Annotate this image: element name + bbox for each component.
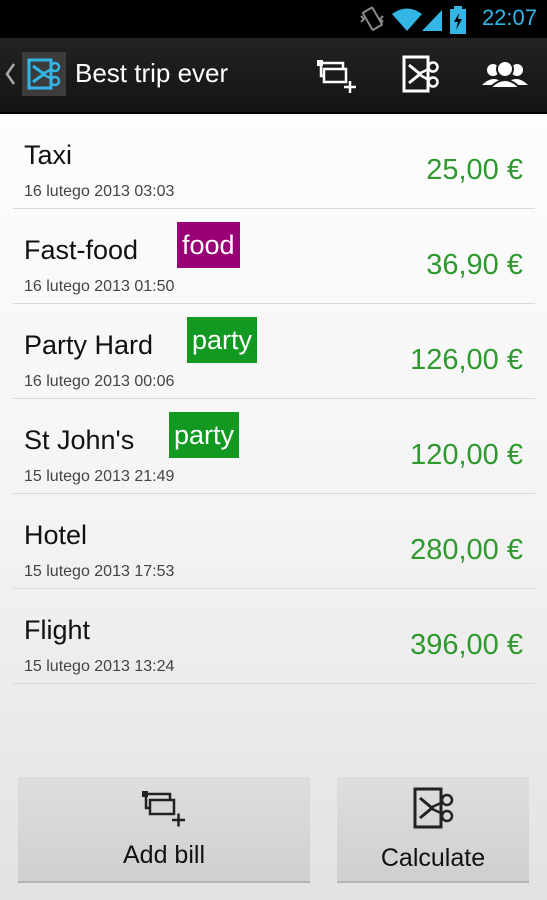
bill-date: 16 lutego 2013 01:50 bbox=[24, 278, 175, 295]
bill-list: Taxi 16 lutego 2013 03:03 25,00 € Fast-f… bbox=[13, 114, 535, 684]
bill-row-flight[interactable]: Flight 15 lutego 2013 13:24 396,00 € bbox=[13, 589, 535, 684]
bill-date: 16 lutego 2013 03:03 bbox=[24, 183, 175, 200]
battery-icon bbox=[450, 6, 466, 34]
bill-amount: 36,90 € bbox=[426, 249, 523, 281]
status-bar: 22:07 bbox=[0, 0, 547, 38]
calculate-icon bbox=[413, 787, 454, 829]
bill-row-hotel[interactable]: Hotel 15 lutego 2013 17:53 280,00 € bbox=[13, 494, 535, 589]
participants-action-button[interactable] bbox=[479, 50, 531, 100]
bill-row-st-johns[interactable]: St John's party 15 lutego 2013 21:49 120… bbox=[13, 399, 535, 494]
app-logo-icon[interactable] bbox=[22, 52, 66, 96]
bill-amount: 396,00 € bbox=[410, 629, 523, 661]
bill-amount: 280,00 € bbox=[410, 534, 523, 566]
calculate-label: Calculate bbox=[380, 844, 486, 872]
bill-list-screen: Taxi 16 lutego 2013 03:03 25,00 € Fast-f… bbox=[0, 114, 547, 900]
bill-amount: 126,00 € bbox=[410, 344, 523, 376]
page-title[interactable]: Best trip ever bbox=[75, 58, 228, 89]
bill-name: Party Hard bbox=[24, 330, 154, 360]
calculate-action-button[interactable] bbox=[394, 50, 446, 100]
bill-date: 15 lutego 2013 21:49 bbox=[24, 468, 175, 485]
bill-amount: 120,00 € bbox=[410, 439, 523, 471]
bill-row-party-hard[interactable]: Party Hard party 16 lutego 2013 00:06 12… bbox=[13, 304, 535, 399]
add-bill-button[interactable]: Add bill bbox=[18, 777, 310, 883]
add-bill-icon bbox=[317, 60, 356, 93]
calculate-button[interactable]: Calculate bbox=[337, 777, 529, 883]
signal-icon bbox=[422, 10, 442, 31]
category-tag: party bbox=[187, 317, 258, 363]
wifi-icon bbox=[392, 8, 422, 31]
vibrate-icon bbox=[360, 6, 384, 31]
bill-date: 15 lutego 2013 17:53 bbox=[24, 563, 175, 580]
people-icon bbox=[482, 60, 528, 89]
add-bill-icon bbox=[142, 791, 185, 827]
category-tag: party bbox=[169, 412, 240, 458]
add-bill-label: Add bill bbox=[123, 841, 205, 869]
bill-row-taxi[interactable]: Taxi 16 lutego 2013 03:03 25,00 € bbox=[13, 114, 535, 209]
bill-name: Taxi bbox=[24, 140, 73, 170]
action-bar: Best trip ever bbox=[0, 38, 547, 114]
add-bill-action-button[interactable] bbox=[310, 50, 362, 100]
clock: 22:07 bbox=[481, 5, 537, 30]
bill-date: 15 lutego 2013 13:24 bbox=[24, 658, 175, 675]
bill-date: 16 lutego 2013 00:06 bbox=[24, 373, 175, 390]
bill-name: Fast-food bbox=[24, 235, 139, 265]
bill-name: Hotel bbox=[24, 520, 88, 550]
bill-amount: 25,00 € bbox=[426, 154, 523, 186]
category-tag: food bbox=[177, 222, 240, 268]
bill-name: Flight bbox=[24, 615, 91, 645]
calculate-icon bbox=[402, 55, 439, 93]
bill-row-fast-food[interactable]: Fast-food food 16 lutego 2013 01:50 36,9… bbox=[13, 209, 535, 304]
bill-name: St John's bbox=[24, 425, 135, 455]
back-chevron-icon[interactable] bbox=[4, 60, 16, 88]
